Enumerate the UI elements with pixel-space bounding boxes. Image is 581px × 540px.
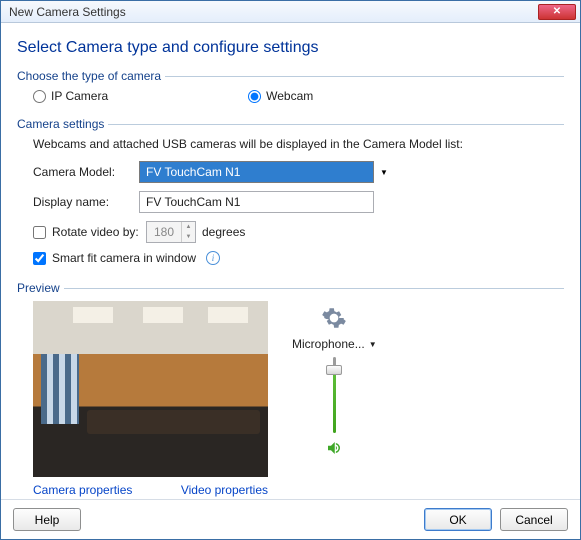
radio-webcam-input[interactable] [248,90,261,103]
settings-info-text: Webcams and attached USB cameras will be… [33,137,564,151]
radio-ip-camera-input[interactable] [33,90,46,103]
rotate-unit: degrees [202,225,245,239]
display-name-input[interactable] [139,191,374,213]
camera-properties-link[interactable]: Camera properties [33,483,132,497]
close-button[interactable]: ✕ [538,4,576,20]
audio-controls: Microphone... ▼ [292,301,377,497]
spinner-up-icon[interactable]: ▲ [181,222,195,232]
radio-webcam-label: Webcam [266,89,313,103]
info-icon[interactable]: i [206,251,220,265]
close-icon: ✕ [553,6,561,17]
dialog-window: New Camera Settings ✕ Select Camera type… [0,0,581,540]
camera-model-value: FV TouchCam N1 [146,165,240,179]
help-button[interactable]: Help [13,508,81,531]
group-camera-settings: Camera settings Webcams and attached USB… [17,117,564,273]
window-title: New Camera Settings [5,5,538,19]
gear-icon[interactable] [321,305,347,331]
chevron-down-icon: ▼ [369,340,377,349]
divider [165,76,564,77]
divider [64,288,564,289]
legend-camera-settings: Camera settings [17,117,104,131]
group-preview: Preview Camera properties Video properti… [17,281,564,497]
chevron-down-icon[interactable]: ▼ [377,164,391,180]
rotate-label: Rotate video by: [52,225,140,239]
legend-camera-type: Choose the type of camera [17,69,161,83]
group-camera-type: Choose the type of camera IP Camera Webc… [17,69,564,109]
microphone-label: Microphone... [292,337,365,351]
dialog-body: Select Camera type and configure setting… [1,23,580,499]
cancel-button[interactable]: Cancel [500,508,568,531]
legend-preview: Preview [17,281,60,295]
display-name-label: Display name: [33,195,133,209]
speaker-icon[interactable] [325,439,343,457]
rotate-checkbox[interactable] [33,226,46,239]
radio-webcam[interactable]: Webcam [248,89,313,103]
volume-slider[interactable] [324,357,344,433]
video-properties-link[interactable]: Video properties [181,483,268,497]
microphone-select[interactable]: Microphone... ▼ [292,337,377,351]
preview-image [33,301,268,477]
camera-model-label: Camera Model: [33,165,133,179]
rotate-value: 180 [147,225,181,239]
smartfit-label: Smart fit camera in window [52,251,196,265]
page-heading: Select Camera type and configure setting… [17,39,564,57]
camera-model-select[interactable]: FV TouchCam N1 ▼ [139,161,374,183]
smartfit-checkbox[interactable] [33,252,46,265]
dialog-footer: Help OK Cancel [1,499,580,539]
rotate-spinner[interactable]: 180 ▲ ▼ [146,221,196,243]
divider [108,124,564,125]
titlebar: New Camera Settings ✕ [1,1,580,23]
radio-ip-camera-label: IP Camera [51,89,108,103]
radio-ip-camera[interactable]: IP Camera [33,89,108,103]
ok-button[interactable]: OK [424,508,492,531]
spinner-down-icon[interactable]: ▼ [181,232,195,242]
slider-thumb[interactable] [326,365,342,375]
